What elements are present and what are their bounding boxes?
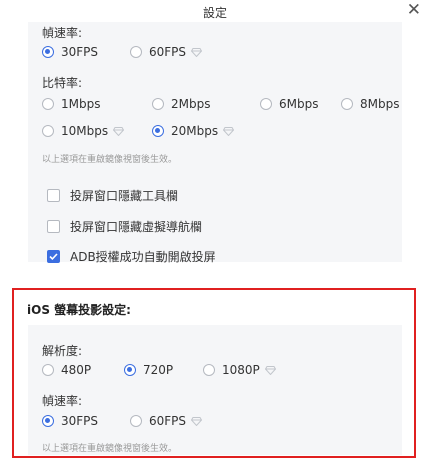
radio-selected-icon	[124, 364, 136, 376]
bitrate-6mbps-radio[interactable]: 6Mbps	[260, 96, 318, 112]
ios-settings-panel	[28, 325, 402, 455]
title-bar: 設定 ✕	[0, 0, 430, 22]
premium-diamond-icon	[191, 416, 203, 426]
option-label: 30FPS	[61, 414, 99, 428]
bitrate-20mbps-radio[interactable]: 20Mbps	[152, 123, 235, 139]
android-framerate-60fps-radio[interactable]: 60FPS	[130, 44, 203, 60]
premium-diamond-icon	[113, 126, 125, 136]
option-label: 60FPS	[149, 414, 187, 428]
checkbox-unchecked-icon	[47, 188, 60, 202]
option-label: 6Mbps	[279, 97, 319, 111]
bitrate-8mbps-radio[interactable]: 8Mbps	[341, 96, 399, 112]
ios-framerate-label: 幀速率:	[42, 394, 83, 408]
premium-diamond-icon	[191, 47, 203, 57]
adb-auto-mirror-checkbox[interactable]: ADB授權成功自動開啟投屏	[47, 248, 216, 264]
option-label: 8Mbps	[360, 97, 400, 111]
option-label: 1Mbps	[61, 97, 101, 111]
resolution-1080p-radio[interactable]: 1080P	[203, 362, 276, 378]
option-label: 20Mbps	[171, 124, 219, 138]
ios-section-title: iOS 螢幕投影設定:	[27, 303, 131, 317]
checkbox-label: 投屏窗口隱藏工具欄	[70, 188, 179, 203]
radio-unselected-icon	[341, 98, 353, 110]
close-icon[interactable]: ✕	[407, 0, 421, 20]
ios-effect-note: 以上選項在重啟鏡像視窗後生效。	[42, 444, 178, 454]
option-label: 1080P	[222, 363, 260, 377]
option-label: 480P	[61, 363, 92, 377]
premium-diamond-icon	[223, 126, 235, 136]
radio-unselected-icon	[42, 364, 54, 376]
window-title: 設定	[202, 6, 227, 20]
radio-unselected-icon	[203, 364, 215, 376]
radio-unselected-icon	[130, 415, 142, 427]
radio-unselected-icon	[152, 98, 164, 110]
android-framerate-30fps-radio[interactable]: 30FPS	[42, 44, 98, 60]
ios-resolution-label: 解析度:	[42, 344, 83, 358]
option-label: 60FPS	[149, 45, 187, 59]
radio-unselected-icon	[260, 98, 272, 110]
option-label: 30FPS	[61, 45, 99, 59]
radio-unselected-icon	[42, 125, 54, 137]
premium-diamond-icon	[264, 365, 276, 375]
hide-virtual-nav-checkbox[interactable]: 投屏窗口隱藏虛擬導航欄	[47, 218, 202, 234]
ios-framerate-30fps-radio[interactable]: 30FPS	[42, 413, 98, 429]
android-bitrate-label: 比特率:	[42, 76, 83, 90]
bitrate-2mbps-radio[interactable]: 2Mbps	[152, 96, 210, 112]
hide-toolbar-checkbox[interactable]: 投屏窗口隱藏工具欄	[47, 187, 178, 203]
ios-framerate-60fps-radio[interactable]: 60FPS	[130, 413, 203, 429]
option-label: 720P	[143, 363, 174, 377]
resolution-480p-radio[interactable]: 480P	[42, 362, 91, 378]
bitrate-10mbps-radio[interactable]: 10Mbps	[42, 123, 125, 139]
resolution-720p-radio[interactable]: 720P	[124, 362, 173, 378]
radio-selected-icon	[42, 46, 54, 58]
radio-unselected-icon	[130, 46, 142, 58]
android-effect-note: 以上選項在重啟鏡像視窗後生效。	[42, 155, 178, 165]
radio-unselected-icon	[42, 98, 54, 110]
android-framerate-label: 幀速率:	[42, 26, 83, 40]
checkbox-checked-icon	[47, 249, 60, 263]
checkbox-unchecked-icon	[47, 219, 60, 233]
radio-selected-icon	[152, 125, 164, 137]
checkbox-label: ADB授權成功自動開啟投屏	[70, 249, 216, 264]
bitrate-1mbps-radio[interactable]: 1Mbps	[42, 96, 100, 112]
checkbox-label: 投屏窗口隱藏虛擬導航欄	[70, 219, 203, 234]
option-label: 10Mbps	[61, 124, 109, 138]
radio-selected-icon	[42, 415, 54, 427]
option-label: 2Mbps	[171, 97, 211, 111]
